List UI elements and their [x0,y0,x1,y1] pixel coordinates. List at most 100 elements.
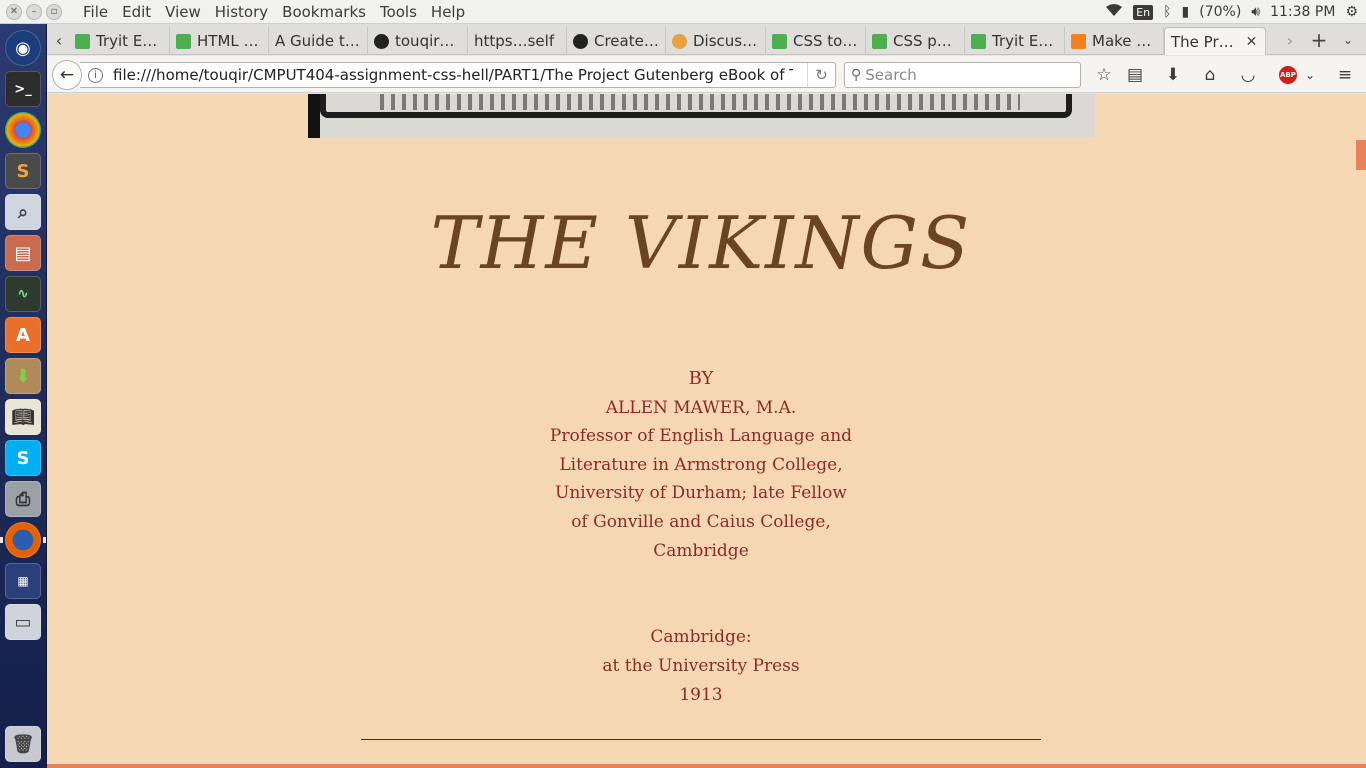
wifi-icon[interactable] [1105,3,1123,21]
discourse-icon [672,33,687,49]
focused-indicator-icon [43,537,46,543]
bluetooth-icon[interactable]: ᛒ [1163,4,1171,20]
author-credential-line: Cambridge [653,540,749,561]
maximize-window-icon[interactable]: ▫ [46,3,62,20]
search-icon: ⚲ [851,67,862,83]
url-text[interactable]: file:///home/touqir/CMPUT404-assignment-… [113,66,793,84]
menu-file[interactable]: File [76,3,115,21]
close-window-icon[interactable]: ✕ [6,3,22,20]
battery-icon[interactable]: ▮ [1182,4,1190,20]
minimize-window-icon[interactable]: – [26,3,42,20]
menubar: File Edit View History Bookmarks Tools H… [76,3,472,21]
menu-help[interactable]: Help [424,3,472,21]
w3schools-icon [772,33,787,49]
pocket-icon[interactable]: ◡ [1237,64,1259,86]
system-monitor-icon[interactable]: ∿ [5,276,41,312]
menu-bookmarks[interactable]: Bookmarks [275,3,373,21]
tab-label: The Pr… [1171,32,1234,51]
tab-discussion[interactable]: Discus… [666,27,766,55]
w3schools-icon [176,33,191,49]
ebook-reader-icon[interactable]: 📖︎ [5,399,41,435]
tab-label: touqir… [395,32,455,50]
skype-icon[interactable]: S [5,440,41,476]
page-content: THE VIKINGS BY ALLEN MAWER, M.A. Profess… [47,94,1355,768]
tab-tryit-1[interactable]: Tryit E… [69,27,170,55]
clock[interactable]: 11:38 PM [1270,4,1335,20]
w3schools-icon [971,33,986,49]
menu-view[interactable]: View [158,3,208,21]
firefox-icon[interactable] [5,522,41,558]
w3schools-icon [872,33,887,49]
imprint: Cambridge: at the University Press 1913 [47,623,1355,710]
gear-icon[interactable]: ⚙ [1345,4,1358,20]
keyboard-layout-indicator[interactable]: En [1133,4,1154,20]
tab-css-to[interactable]: CSS to… [766,27,866,55]
home-icon[interactable]: ⌂ [1199,64,1221,86]
tab-active-gutenberg[interactable]: The Pr… ✕ [1164,27,1266,55]
running-indicator-icon [0,537,3,543]
tab-make[interactable]: Make … [1065,27,1164,55]
byline-by: BY [688,368,714,389]
tab-github-create[interactable]: Create… [567,27,666,55]
reload-icon[interactable]: ↻ [807,63,835,87]
tab-https-self[interactable]: https…self [468,27,567,55]
close-tab-icon[interactable]: ✕ [1246,34,1258,50]
tab-scroll-right-icon[interactable]: › [1280,28,1300,52]
terminal-icon[interactable]: >_ [5,71,41,107]
bookmark-star-icon[interactable]: ☆ [1093,64,1115,86]
search-input[interactable] [865,66,1066,84]
tab-list-chevron-down-icon[interactable]: ⌄ [1338,28,1358,52]
tab-label: CSS p… [893,32,952,50]
scrollbar-thumb[interactable] [1356,140,1366,170]
workspace-switcher-icon[interactable]: ▦ [5,563,41,599]
drive-icon[interactable]: ▭ [5,604,41,640]
battery-percentage: (70%) [1199,4,1242,20]
menu-tools[interactable]: Tools [373,3,424,21]
tab-label: Tryit E… [96,32,158,50]
tab-css-p[interactable]: CSS p… [866,27,965,55]
vertical-scrollbar[interactable] [1355,94,1366,768]
chrome-icon[interactable] [5,112,41,148]
image-viewer-icon[interactable]: ⌕ [5,194,41,230]
tab-label: CSS to… [793,32,858,50]
page-info-icon[interactable]: i [88,67,103,83]
sublime-text-icon[interactable]: S [5,153,41,189]
tab-html[interactable]: HTML … [170,27,269,55]
software-center-icon[interactable]: A [5,317,41,353]
tab-label: Make … [1092,32,1152,50]
tab-label: Tryit E… [992,32,1054,50]
printer-icon[interactable]: ⎙ [5,481,41,517]
author-name: ALLEN MAWER, M.A. [605,397,797,418]
tab-label: Discus… [693,32,758,50]
dash-home-icon[interactable]: ◉ [5,30,41,66]
navigation-bar: i file:///home/touqir/CMPUT404-assignmen… [47,56,1366,93]
menu-history[interactable]: History [208,3,275,21]
tab-tryit-2[interactable]: Tryit E… [965,27,1065,55]
github-icon [573,33,588,49]
hamburger-menu-icon[interactable]: ≡ [1334,64,1356,86]
illustration-frame [320,94,1072,118]
author-credential-line: Literature in Armstrong College, [559,454,843,475]
back-button[interactable]: ← [52,60,82,90]
book-title: THE VIKINGS [430,201,972,285]
tab-label: A Guide t… [275,32,360,50]
volume-icon[interactable]: 🔊︎ [1251,4,1260,20]
tab-guide[interactable]: A Guide t… [269,27,368,55]
new-tab-icon[interactable]: + [1309,28,1329,52]
system-indicators: En ᛒ ▮ (70%) 🔊︎ 11:38 PM ⚙ [1105,0,1358,24]
menu-edit[interactable]: Edit [115,3,158,21]
trash-icon[interactable]: 🗑︎ [5,726,41,762]
downloads-icon[interactable]: ⬇ [1162,64,1184,86]
archive-manager-icon[interactable]: ⬇ [5,358,41,394]
chevron-down-icon[interactable]: ⌄ [1299,64,1321,86]
file-manager-icon[interactable]: ▤ [5,235,41,271]
tab-scroll-left-icon[interactable]: ‹ [49,28,69,52]
url-bar[interactable]: i file:///home/touqir/CMPUT404-assignmen… [80,62,836,88]
search-bar[interactable]: ⚲ [844,62,1081,88]
reading-list-icon[interactable]: ▤ [1124,64,1146,86]
adblock-plus-icon[interactable]: ABP [1277,64,1299,86]
author-credential-line: Professor of English Language and [549,426,853,447]
tab-github-touqir[interactable]: touqir… [368,27,468,55]
launcher: ◉ >_ S ⌕ ▤ ∿ A ⬇ 📖︎ S ⎙ ▦ ▭ 🗑︎ [0,24,47,768]
w3schools-icon [75,33,90,49]
